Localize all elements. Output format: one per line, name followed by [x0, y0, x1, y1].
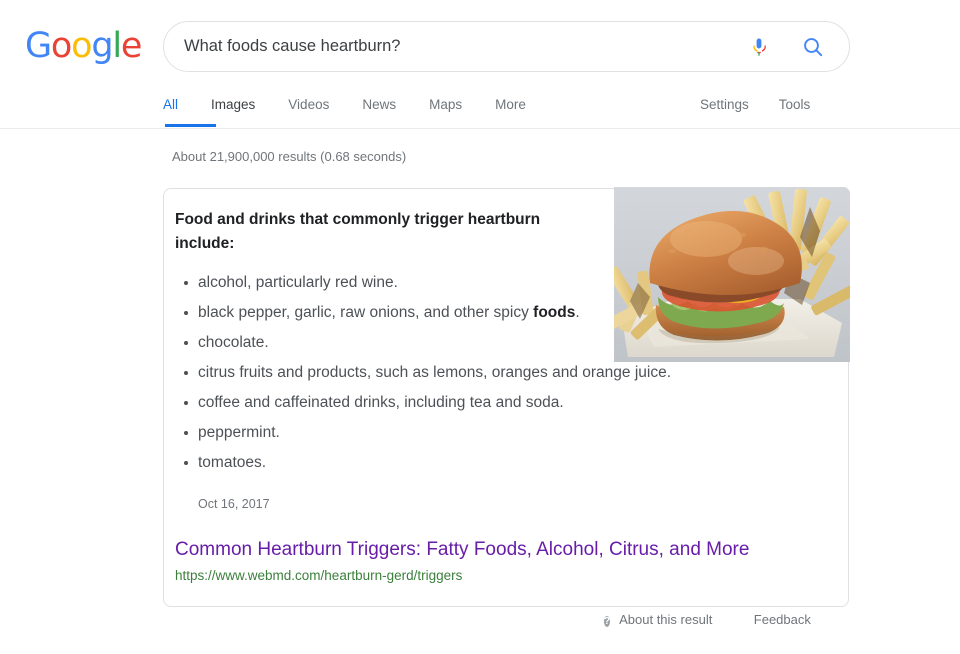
microphone-icon[interactable] — [747, 35, 771, 59]
list-item: citrus fruits and products, such as lemo… — [184, 360, 838, 386]
google-logo[interactable]: Google — [25, 26, 143, 66]
bullet-text: alcohol, particularly red wine. — [198, 274, 398, 291]
search-input[interactable] — [184, 22, 744, 71]
tab-images[interactable]: Images — [211, 96, 255, 114]
settings-button[interactable]: Settings — [700, 96, 749, 114]
logo-letter-o1: o — [50, 26, 72, 66]
bullet-bold-term: foods — [533, 304, 576, 321]
bullet-text: coffee and caffeinated drinks, including… — [198, 394, 564, 411]
header-divider — [0, 128, 960, 129]
result-url: https://www.webmd.com/heartburn-gerd/tri… — [175, 568, 463, 583]
search-header: Google All Images Videos News Maps More Setti… — [0, 0, 960, 128]
search-nav-tabs: All Images Videos News Maps More — [163, 96, 559, 128]
logo-letter-l: l — [112, 26, 122, 66]
bullet-text: tomatoes. — [198, 454, 267, 471]
bullet-suffix: . — [575, 304, 580, 321]
search-icon[interactable] — [801, 35, 825, 59]
about-this-result-button[interactable]: ? About this result — [604, 611, 712, 629]
active-tab-indicator — [165, 124, 216, 127]
logo-letter-o2: o — [71, 26, 92, 66]
tools-button[interactable]: Tools — [779, 96, 811, 114]
list-item: tomatoes. — [184, 450, 838, 476]
search-nav-right: Settings Tools — [700, 96, 840, 114]
question-circle-icon: ? — [604, 616, 611, 627]
tab-videos[interactable]: Videos — [288, 96, 329, 114]
result-stats: About 21,900,000 results (0.68 seconds) — [172, 149, 407, 164]
tab-more[interactable]: More — [495, 96, 526, 114]
feedback-label: Feedback — [753, 612, 811, 627]
tab-news[interactable]: News — [362, 96, 396, 114]
bullet-text: citrus fruits and products, such as lemo… — [198, 364, 672, 381]
snippet-date: Oct 16, 2017 — [198, 497, 270, 511]
bullet-text: black pepper, garlic, raw onions, and ot… — [198, 304, 534, 321]
feedback-button[interactable]: Feedback — [745, 611, 811, 629]
tab-maps[interactable]: Maps — [429, 96, 462, 114]
list-item: black pepper, garlic, raw onions, and ot… — [184, 300, 598, 326]
about-this-result-label: About this result — [619, 612, 713, 627]
result-title-link[interactable]: Common Heartburn Triggers: Fatty Foods, … — [175, 537, 749, 563]
bullet-text: chocolate. — [198, 334, 269, 351]
list-item: peppermint. — [184, 420, 838, 446]
logo-letter-e: e — [120, 26, 143, 66]
list-item: coffee and caffeinated drinks, including… — [184, 390, 838, 416]
bullet-text: peppermint. — [198, 424, 280, 441]
result-thumbnail-image[interactable] — [614, 187, 850, 362]
tab-all[interactable]: All — [163, 96, 178, 114]
search-box[interactable] — [163, 21, 850, 72]
logo-letter-g2: g — [91, 26, 113, 66]
featured-snippet-card: Food and drinks that commonly trigger he… — [163, 187, 850, 607]
result-footer-meta: ? About this result Feedback — [604, 611, 811, 631]
logo-letter-g1: G — [25, 26, 52, 66]
snippet-heading: Food and drinks that commonly trigger he… — [175, 211, 541, 252]
